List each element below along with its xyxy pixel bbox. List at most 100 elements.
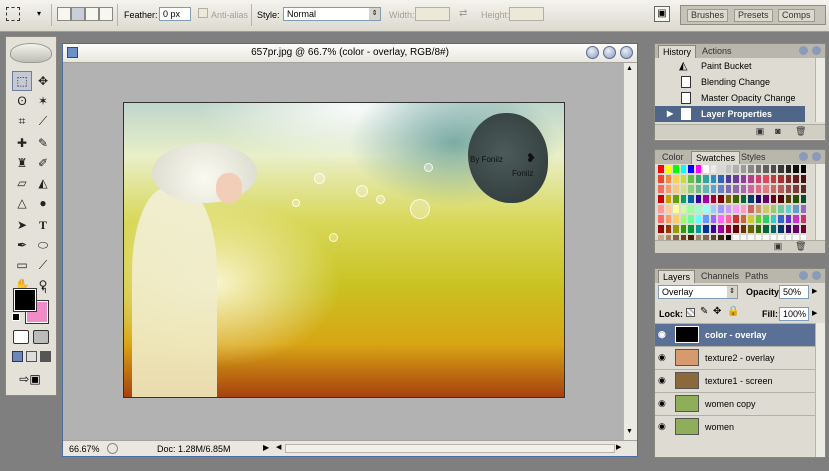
color-swatch[interactable] <box>672 224 680 234</box>
color-swatch[interactable] <box>799 164 807 174</box>
color-swatch[interactable] <box>717 164 725 174</box>
status-menu-icon[interactable] <box>107 443 118 454</box>
color-swatch[interactable] <box>792 204 800 214</box>
color-swatch[interactable] <box>799 174 807 184</box>
color-swatch[interactable] <box>664 174 672 184</box>
color-swatch[interactable] <box>784 204 792 214</box>
color-swatch[interactable] <box>679 224 687 234</box>
layer-row[interactable]: ◉ texture2 - overlay <box>655 346 825 369</box>
jump-to-imageready-icon[interactable]: ⇨▣ <box>15 371 45 387</box>
create-snapshot-icon[interactable]: ◙ <box>773 127 783 136</box>
color-swatch[interactable] <box>672 164 680 174</box>
color-swatch[interactable] <box>724 204 732 214</box>
tab-history[interactable]: History <box>658 45 697 58</box>
rectangular-marquee-tool-icon[interactable]: ⬚ <box>12 71 32 91</box>
magic-wand-tool-icon[interactable]: ✶ <box>33 91 53 111</box>
color-swatch[interactable] <box>754 164 762 174</box>
tool-preset-dropdown-icon[interactable]: ▾ <box>37 9 41 18</box>
color-swatch[interactable] <box>709 184 717 194</box>
lock-image-icon[interactable]: ✎ <box>700 306 708 317</box>
color-swatch[interactable] <box>679 164 687 174</box>
color-swatch[interactable] <box>664 214 672 224</box>
foreground-color-swatch[interactable] <box>13 288 37 312</box>
color-swatch[interactable] <box>657 194 665 204</box>
color-swatch[interactable] <box>747 194 755 204</box>
dodge-tool-icon[interactable]: ● <box>33 193 53 213</box>
color-swatch[interactable] <box>739 184 747 194</box>
color-swatch[interactable] <box>762 214 770 224</box>
history-scrollbar[interactable] <box>815 58 825 122</box>
color-swatch[interactable] <box>694 214 702 224</box>
tab-color[interactable]: Color <box>658 151 688 164</box>
color-swatch[interactable] <box>717 184 725 194</box>
maximize-window-button[interactable] <box>603 46 616 59</box>
fill-input[interactable]: 100% <box>779 307 809 321</box>
color-swatch[interactable] <box>769 164 777 174</box>
layer-row[interactable]: ◉ women copy <box>655 392 825 415</box>
color-swatch[interactable] <box>657 224 665 234</box>
color-swatch[interactable] <box>754 214 762 224</box>
color-swatch[interactable] <box>739 194 747 204</box>
lock-all-icon[interactable]: 🔒 <box>727 306 739 317</box>
color-swatch[interactable] <box>792 194 800 204</box>
color-swatch[interactable] <box>679 194 687 204</box>
layer-row[interactable]: ◉ texture1 - screen <box>655 369 825 392</box>
color-swatch[interactable] <box>687 174 695 184</box>
color-swatch[interactable] <box>724 194 732 204</box>
color-swatch[interactable] <box>762 174 770 184</box>
color-swatch[interactable] <box>799 214 807 224</box>
color-swatch[interactable] <box>664 184 672 194</box>
color-swatch[interactable] <box>762 164 770 174</box>
color-swatch[interactable] <box>792 214 800 224</box>
eraser-tool-icon[interactable]: ▱ <box>12 173 32 193</box>
color-swatch[interactable] <box>694 184 702 194</box>
color-swatch[interactable] <box>717 224 725 234</box>
color-swatch[interactable] <box>792 174 800 184</box>
color-swatch[interactable] <box>724 224 732 234</box>
color-swatch[interactable] <box>769 224 777 234</box>
tab-actions[interactable]: Actions <box>698 45 736 58</box>
color-swatch[interactable] <box>747 204 755 214</box>
panel-close-icon[interactable] <box>799 271 808 280</box>
color-swatch[interactable] <box>679 184 687 194</box>
color-swatch[interactable] <box>702 214 710 224</box>
palette-well-tab-presets[interactable]: Presets <box>734 9 773 22</box>
opacity-slider-arrow-icon[interactable]: ▶ <box>812 287 817 295</box>
color-swatch[interactable] <box>777 174 785 184</box>
color-swatch[interactable] <box>747 224 755 234</box>
panel-menu-icon[interactable] <box>812 152 821 161</box>
color-swatch[interactable] <box>732 214 740 224</box>
color-swatch[interactable] <box>672 214 680 224</box>
layer-visibility-eye-icon[interactable]: ◉ <box>658 330 668 339</box>
color-swatch[interactable] <box>717 194 725 204</box>
scroll-left-arrow-icon[interactable]: ◀ <box>276 443 281 451</box>
color-swatch[interactable] <box>762 194 770 204</box>
history-state[interactable]: Master Opacity Change <box>655 90 805 106</box>
color-swatch[interactable] <box>702 164 710 174</box>
lock-transparency-icon[interactable] <box>686 308 695 317</box>
color-swatch[interactable] <box>732 224 740 234</box>
color-swatch[interactable] <box>762 184 770 194</box>
add-to-selection-icon[interactable] <box>71 7 85 21</box>
color-swatch[interactable] <box>732 184 740 194</box>
color-swatch[interactable] <box>657 174 665 184</box>
new-document-from-state-icon[interactable]: ▣ <box>755 127 765 136</box>
color-swatch[interactable] <box>769 194 777 204</box>
color-swatch[interactable] <box>777 164 785 174</box>
color-swatch[interactable] <box>784 164 792 174</box>
color-swatch[interactable] <box>784 194 792 204</box>
color-swatch[interactable] <box>784 224 792 234</box>
color-swatch[interactable] <box>694 204 702 214</box>
slice-tool-icon[interactable]: ⟋ <box>33 111 53 131</box>
intersect-selection-icon[interactable] <box>99 7 113 21</box>
color-swatch[interactable] <box>672 194 680 204</box>
color-swatch[interactable] <box>702 204 710 214</box>
delete-state-icon[interactable]: 🗑 <box>795 127 806 136</box>
healing-brush-tool-icon[interactable]: ✚ <box>12 133 32 153</box>
delete-swatch-icon[interactable]: 🗑 <box>795 242 806 251</box>
color-swatch[interactable] <box>709 194 717 204</box>
color-swatch[interactable] <box>672 174 680 184</box>
antialias-checkbox[interactable] <box>198 8 208 18</box>
color-swatch[interactable] <box>769 204 777 214</box>
color-swatch[interactable] <box>739 204 747 214</box>
